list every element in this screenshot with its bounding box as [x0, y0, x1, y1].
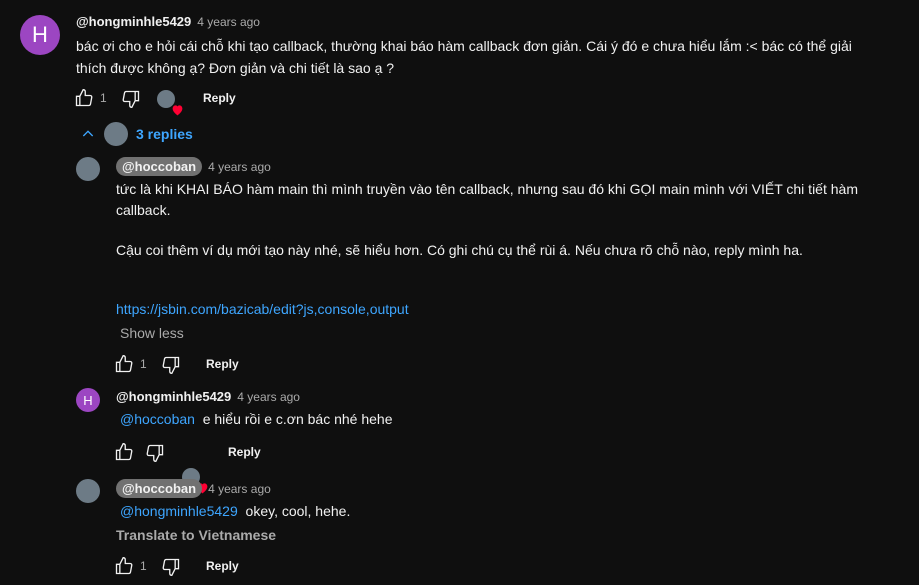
thumb-down-icon	[162, 558, 180, 577]
like-count: 1	[100, 91, 107, 105]
reply-time[interactable]: 4 years ago	[237, 390, 300, 404]
reply-like-button[interactable]	[114, 442, 134, 462]
show-less-button[interactable]: Show less	[120, 325, 184, 341]
thumb-up-icon	[115, 354, 133, 373]
thumb-up-icon	[115, 442, 133, 461]
reply-button[interactable]: Reply	[206, 357, 239, 371]
replier-avatar	[104, 122, 128, 146]
reply-text: tức là khi KHAI BÁO hàm main thì mình tr…	[116, 181, 858, 258]
thumb-up-icon	[75, 88, 93, 107]
mention-link[interactable]: @hongminhle5429	[120, 503, 238, 519]
reply-like-button[interactable]	[114, 354, 134, 374]
reply-author-channel-owner[interactable]: @hoccoban	[116, 157, 203, 176]
reply-header: @hoccoban 4 years ago	[116, 157, 271, 176]
reply-avatar[interactable]: H	[76, 388, 100, 412]
reply-header: @hoccoban 4 years ago	[116, 479, 271, 498]
reply-button[interactable]: Reply	[228, 445, 261, 459]
reply-time[interactable]: 4 years ago	[208, 482, 271, 496]
reply-text: @hoccoban e hiểu rồi e c.ơn bác nhé hehe	[120, 411, 393, 427]
like-button[interactable]	[74, 88, 94, 108]
reply-author[interactable]: @hongminhle5429	[116, 389, 231, 404]
reply-dislike-button[interactable]	[161, 557, 181, 577]
thumb-down-icon	[146, 444, 164, 463]
dislike-button[interactable]	[121, 89, 141, 109]
heart-icon	[172, 105, 183, 116]
thumb-down-icon	[162, 356, 180, 375]
creator-heart	[157, 90, 183, 116]
reply-button[interactable]: Reply	[203, 91, 236, 105]
chevron-up-icon	[82, 130, 94, 137]
reply-button[interactable]: Reply	[206, 559, 239, 573]
reply-author-channel-owner[interactable]: @hoccoban	[116, 479, 203, 498]
replies-toggle[interactable]: 3 replies	[80, 122, 193, 146]
comment-text: bác ơi cho e hỏi cái chỗ khi tạo callbac…	[76, 38, 852, 76]
reply-avatar[interactable]	[76, 157, 100, 181]
commenter-avatar[interactable]: H	[20, 15, 60, 55]
reply-time[interactable]: 4 years ago	[208, 160, 271, 174]
comment-header: @hongminhle5429 4 years ago	[76, 14, 260, 29]
reply-dislike-button[interactable]	[145, 443, 165, 463]
comment-time[interactable]: 4 years ago	[197, 15, 260, 29]
reply-dislike-button[interactable]	[161, 355, 181, 375]
thumb-up-icon	[115, 556, 133, 575]
reply-link[interactable]: https://jsbin.com/bazicab/edit?js,consol…	[116, 301, 409, 317]
reply-avatar[interactable]	[76, 479, 100, 503]
mention-link[interactable]: @hoccoban	[120, 411, 195, 427]
reply-like-count: 1	[140, 559, 147, 573]
translate-button[interactable]: Translate to Vietnamese	[116, 527, 276, 543]
reply-like-count: 1	[140, 357, 147, 371]
reply-like-button[interactable]	[114, 556, 134, 576]
thumb-down-icon	[122, 90, 140, 109]
reply-header: @hongminhle5429 4 years ago	[116, 389, 300, 404]
comment-author[interactable]: @hongminhle5429	[76, 14, 191, 29]
reply-text: @hongminhle5429 okey, cool, hehe.	[120, 503, 351, 519]
